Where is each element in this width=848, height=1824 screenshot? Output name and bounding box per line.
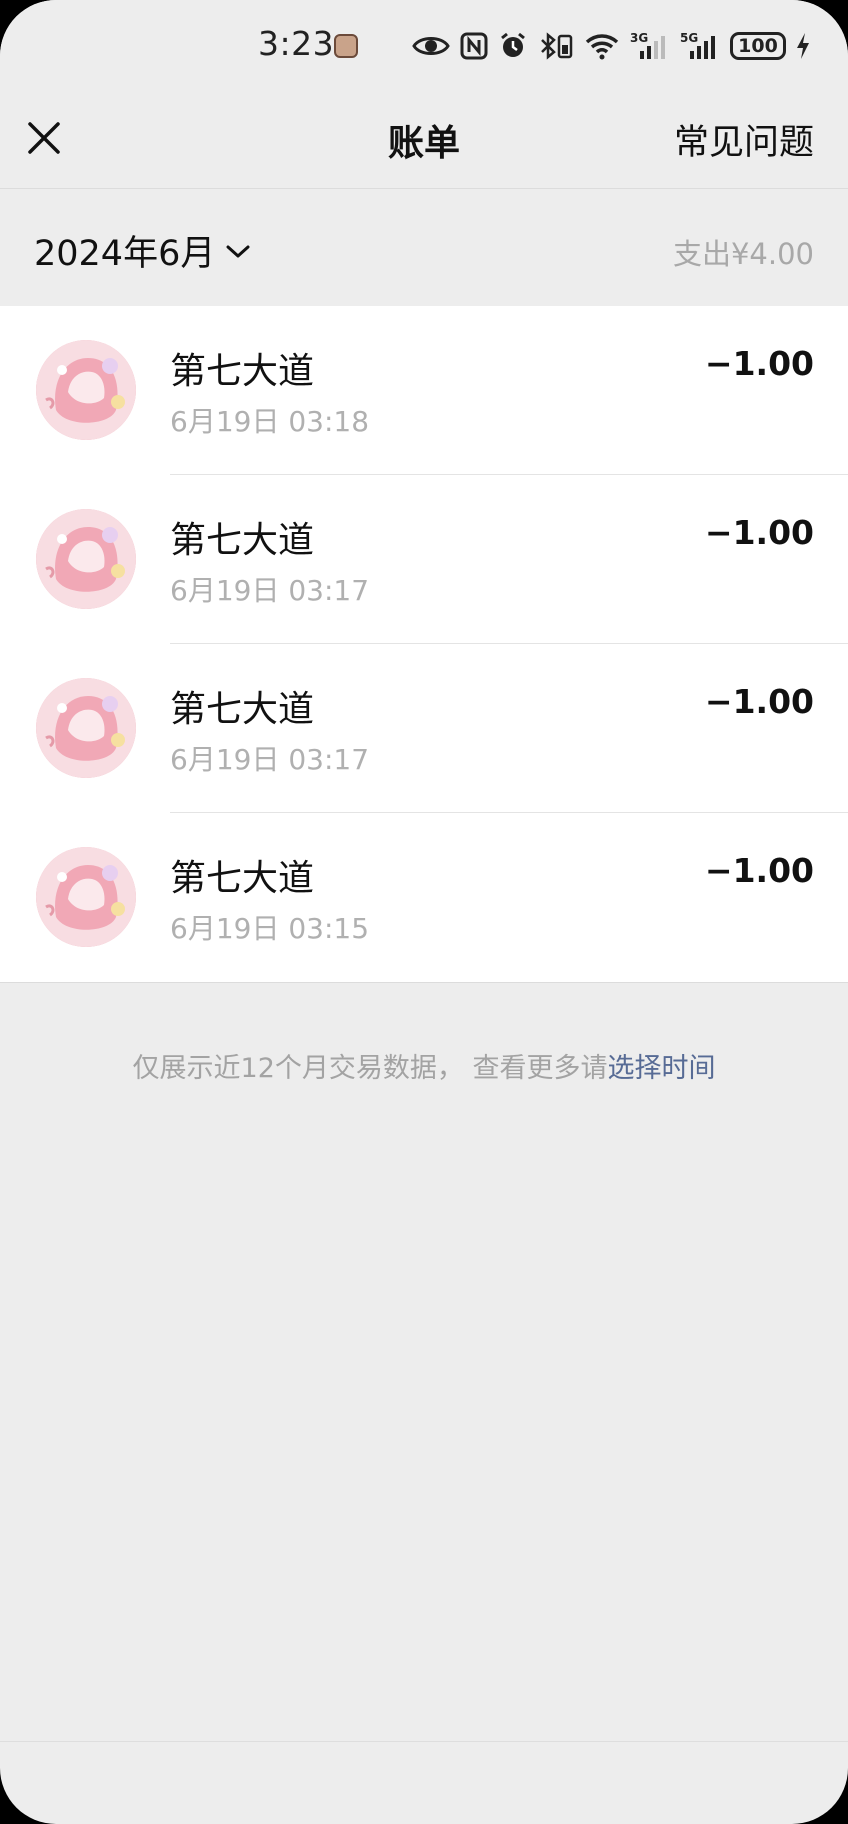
bill-item[interactable]: 第七大道 6月19日 03:17 −1.00 bbox=[0, 475, 848, 644]
faq-link[interactable]: 常见问题 bbox=[674, 114, 814, 165]
bill-time: 6月19日 03:15 bbox=[170, 912, 370, 945]
svg-text:5G: 5G bbox=[680, 31, 698, 45]
status-bar: 3:23 3G 5G 100 bbox=[0, 0, 848, 96]
svg-text:3G: 3G bbox=[630, 31, 648, 45]
alarm-icon bbox=[501, 32, 525, 57]
nav-bar: 账单 常见问题 bbox=[0, 96, 848, 189]
month-header: 2024年6月 支出¥4.00 bbox=[0, 189, 848, 306]
bill-amount: −1.00 bbox=[704, 851, 814, 890]
merchant-avatar bbox=[36, 678, 136, 778]
eye-icon bbox=[412, 37, 450, 55]
bill-time: 6月19日 03:18 bbox=[170, 405, 370, 438]
total-amount: ¥4.00 bbox=[730, 237, 814, 271]
bill-item[interactable]: 第七大道 6月19日 03:15 −1.00 bbox=[0, 813, 848, 982]
status-time: 3:23 bbox=[258, 24, 335, 63]
app-icon bbox=[334, 34, 358, 58]
bill-time: 6月19日 03:17 bbox=[170, 743, 370, 776]
bill-screen: 3:23 3G 5G 100 账单 常见问题 2024年6月 支出¥4.00 第… bbox=[0, 0, 848, 1824]
month-label: 2024年6月 bbox=[34, 234, 216, 274]
bill-amount: −1.00 bbox=[704, 344, 814, 383]
bill-item[interactable]: 第七大道 6月19日 03:18 −1.00 bbox=[0, 306, 848, 475]
status-icons: 3G 5G 100 bbox=[412, 26, 810, 66]
charging-icon bbox=[797, 33, 809, 59]
nfc-icon bbox=[460, 32, 488, 60]
bill-amount: −1.00 bbox=[704, 513, 814, 552]
bill-item[interactable]: 第七大道 6月19日 03:17 −1.00 bbox=[0, 644, 848, 813]
wifi-icon bbox=[585, 34, 619, 60]
note-text: 仅展示近12个月交易数据， 查看更多请 bbox=[132, 1053, 608, 1084]
signal-5g-icon: 5G bbox=[680, 31, 715, 59]
merchant-name: 第七大道 bbox=[170, 351, 315, 392]
select-time-link[interactable]: 选择时间 bbox=[607, 1053, 715, 1084]
merchant-avatar bbox=[36, 847, 136, 947]
month-total: 支出¥4.00 bbox=[673, 231, 814, 273]
merchant-name: 第七大道 bbox=[170, 689, 315, 730]
merchant-name: 第七大道 bbox=[170, 520, 315, 561]
bluetooth-icon bbox=[541, 32, 573, 60]
bill-time: 6月19日 03:17 bbox=[170, 574, 370, 607]
chevron-down-icon bbox=[226, 245, 250, 257]
merchant-name: 第七大道 bbox=[170, 858, 315, 899]
history-note: 仅展示近12个月交易数据， 查看更多请选择时间 bbox=[0, 1046, 848, 1085]
merchant-avatar bbox=[36, 509, 136, 609]
bill-list: 第七大道 6月19日 03:18 −1.00 第七大道 6月19日 03:17 … bbox=[0, 306, 848, 983]
battery-icon: 100 bbox=[730, 32, 786, 60]
merchant-avatar bbox=[36, 340, 136, 440]
divider bbox=[0, 1741, 848, 1742]
total-label: 支出 bbox=[672, 237, 731, 271]
signal-3g-icon: 3G bbox=[630, 31, 665, 59]
month-selector[interactable]: 2024年6月 bbox=[34, 225, 251, 276]
bill-amount: −1.00 bbox=[704, 682, 814, 721]
